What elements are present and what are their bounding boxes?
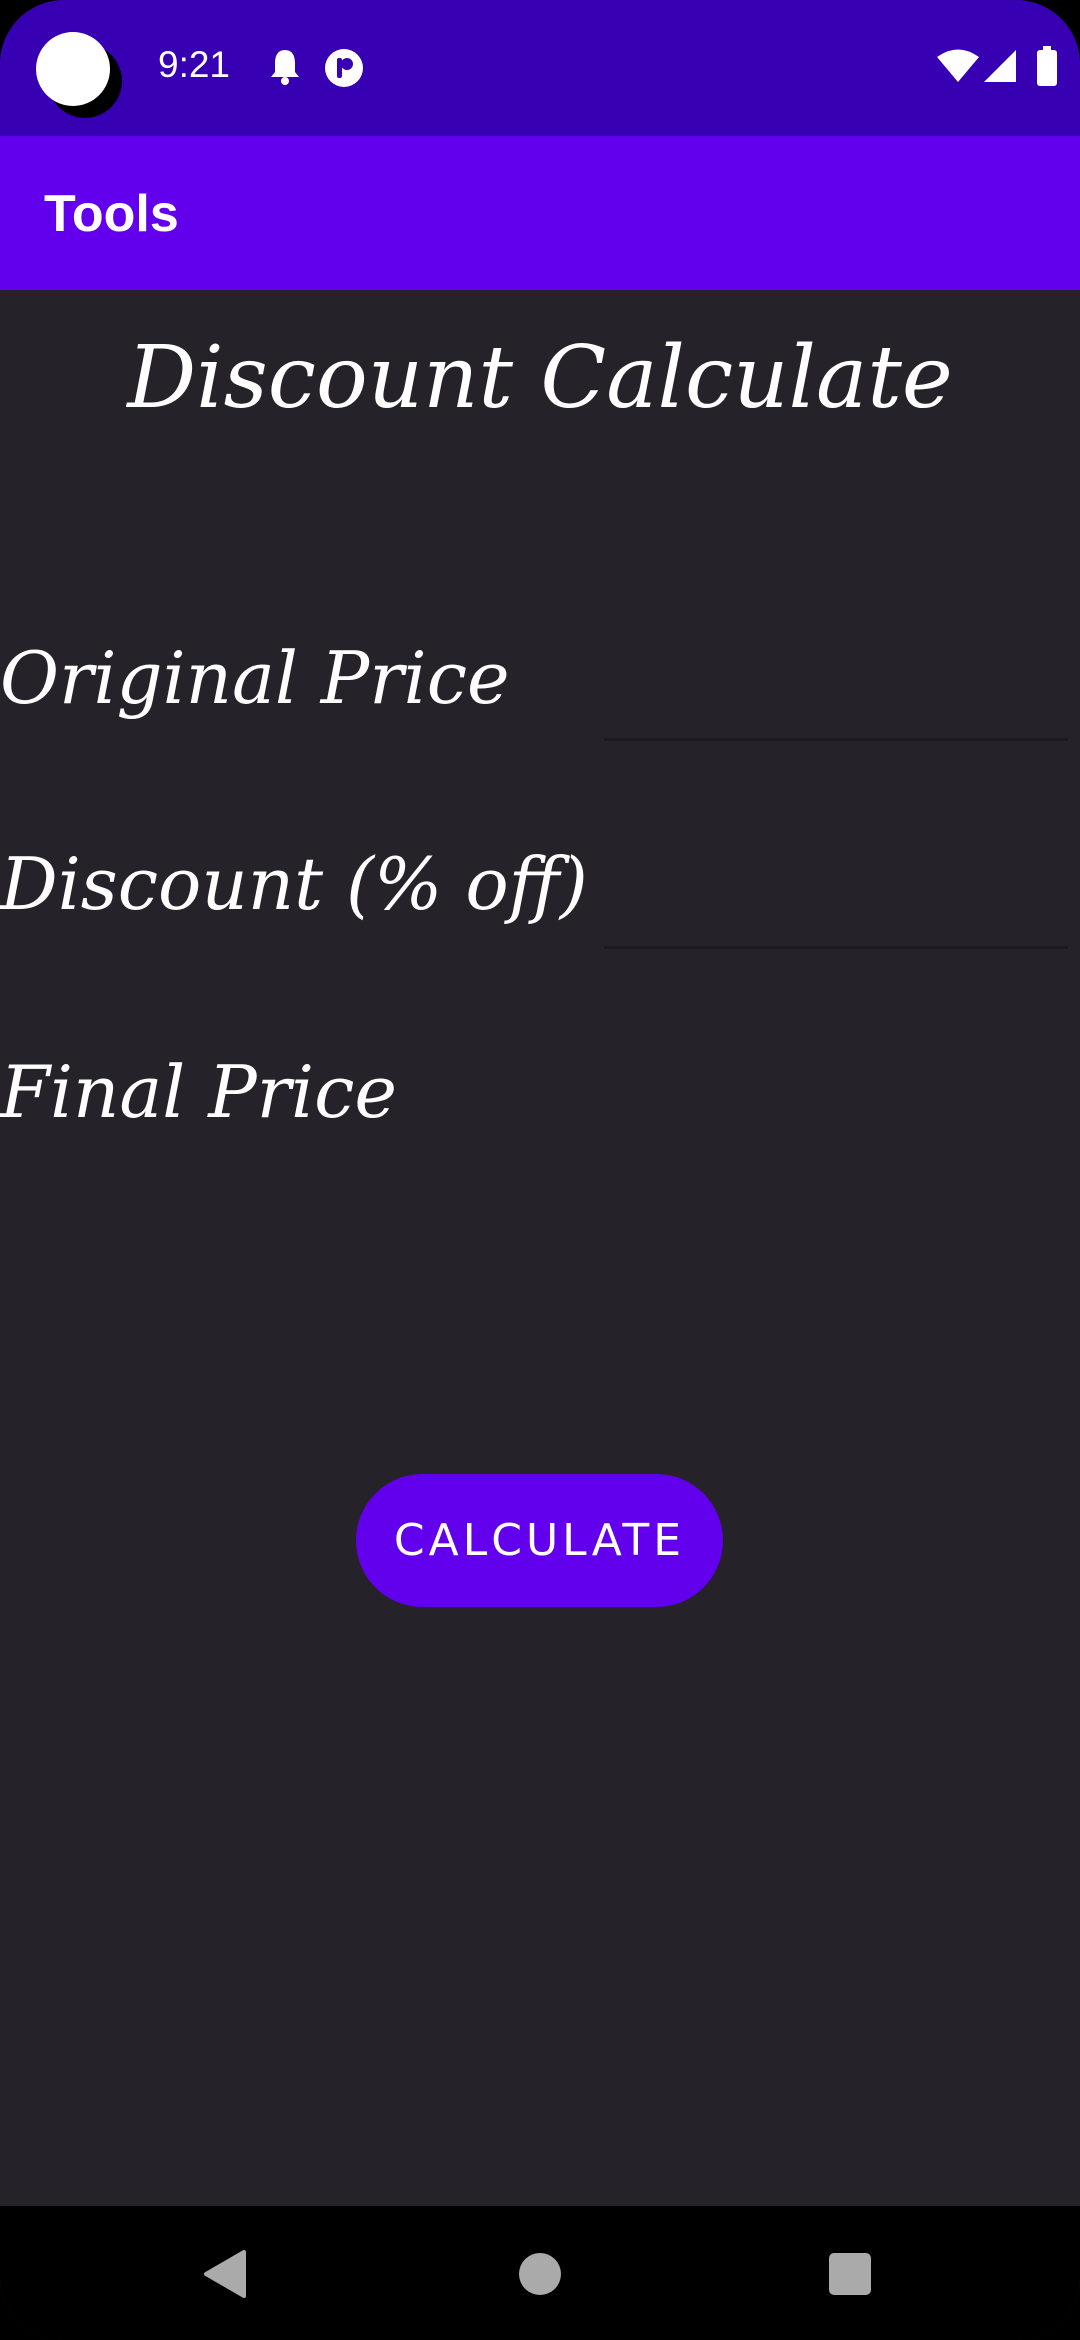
status-bar: 9:21 bbox=[0, 0, 1080, 136]
cellular-signal-icon bbox=[984, 50, 1016, 82]
front-camera-cutout bbox=[36, 32, 110, 106]
back-icon[interactable] bbox=[202, 2250, 248, 2298]
app-badge-icon bbox=[325, 49, 363, 87]
wifi-icon bbox=[937, 49, 979, 82]
discount-label: Discount (% off) bbox=[0, 842, 588, 926]
original-price-input[interactable] bbox=[604, 648, 1068, 741]
notification-bell-icon bbox=[271, 50, 299, 85]
discount-input[interactable] bbox=[604, 856, 1068, 949]
phone-screen: 9:21 Tools Discount Calculate Original P… bbox=[0, 0, 1080, 2340]
calculate-button[interactable]: CALCULATE bbox=[356, 1474, 723, 1607]
battery-icon bbox=[1037, 46, 1057, 86]
recents-icon[interactable] bbox=[828, 2252, 872, 2296]
screen-title: Discount Calculate bbox=[127, 328, 953, 428]
app-bar: Tools bbox=[0, 136, 1080, 290]
original-price-label: Original Price bbox=[0, 636, 510, 720]
final-price-label: Final Price bbox=[0, 1050, 398, 1134]
app-title: Tools bbox=[44, 185, 179, 243]
navigation-bar bbox=[0, 2206, 1080, 2340]
status-time: 9:21 bbox=[158, 44, 231, 85]
home-icon[interactable] bbox=[518, 2252, 562, 2296]
